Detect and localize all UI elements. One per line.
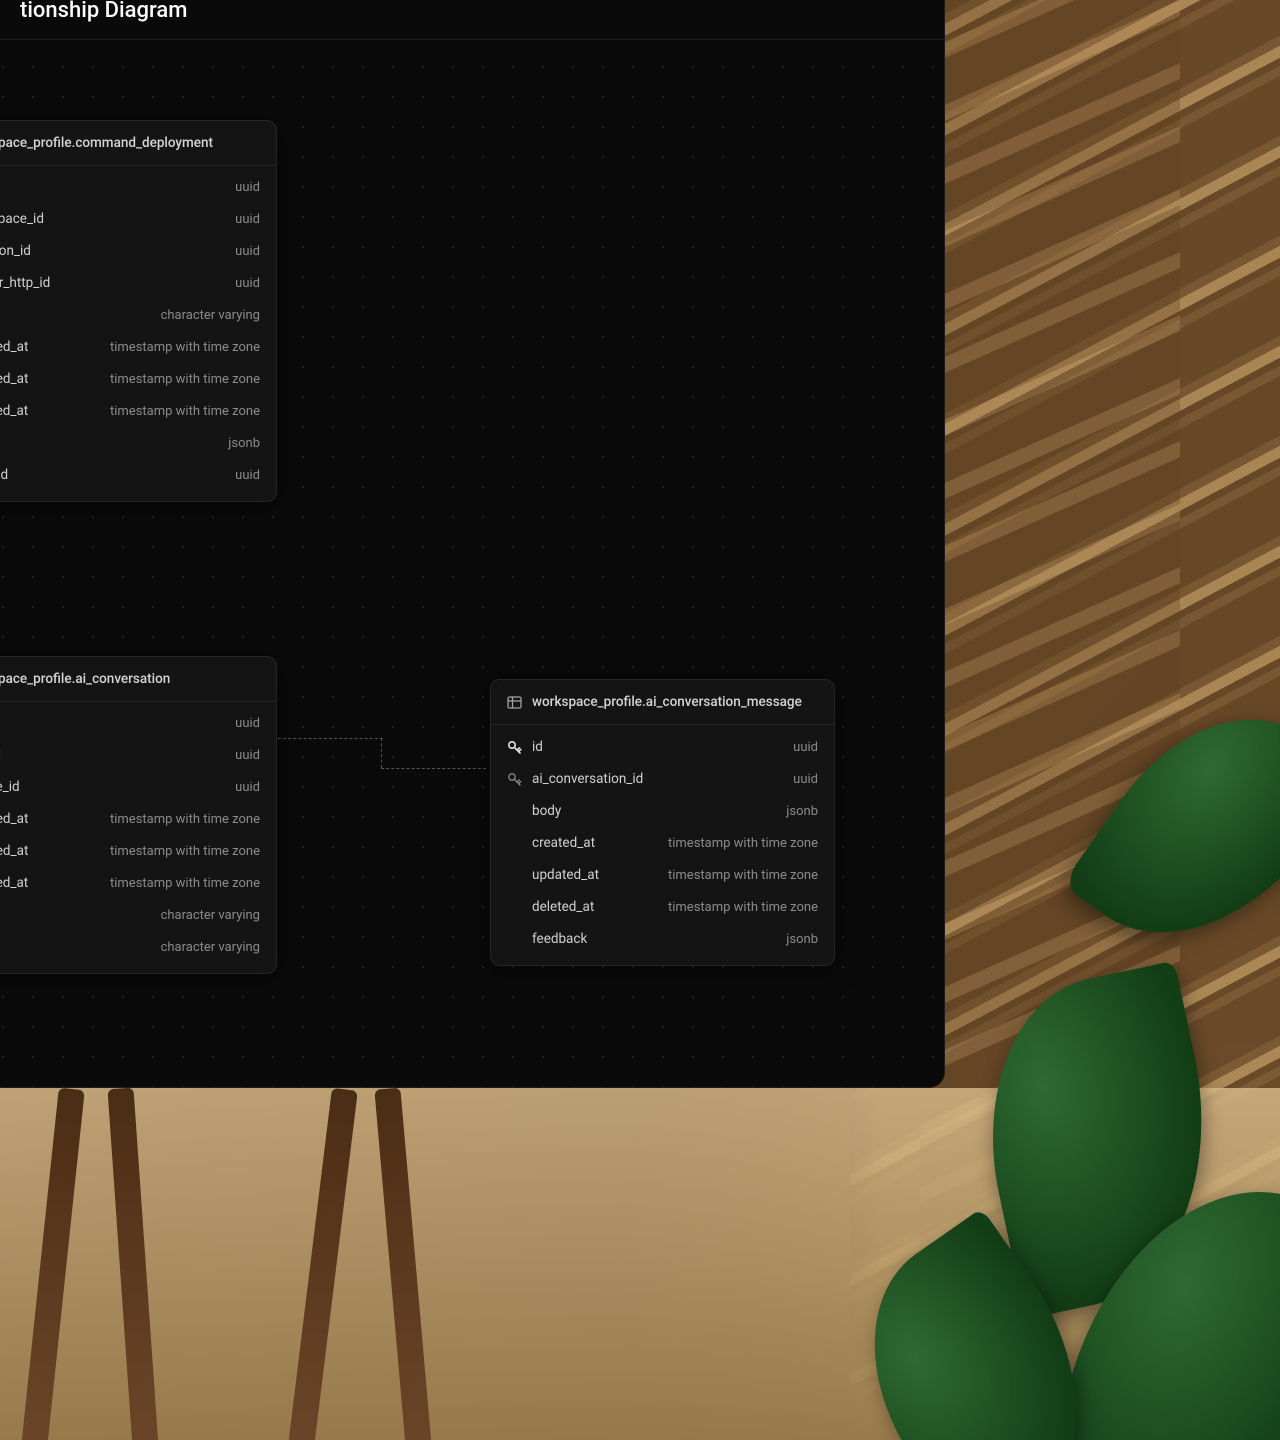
- column-name: kspace_id: [0, 211, 44, 227]
- column-name: created_at: [532, 835, 595, 851]
- column-row[interactable]: ailjsonb: [0, 427, 276, 459]
- column-row[interactable]: deleted_at timestamp with time zone: [491, 891, 834, 923]
- column-row[interactable]: eted_at timestamp with time zone: [0, 395, 276, 427]
- column-type: uuid: [215, 244, 260, 259]
- column-name: eted_at: [0, 403, 28, 419]
- column-row[interactable]: echaracter varying: [0, 899, 276, 931]
- column-name: ger_http_id: [0, 275, 50, 291]
- no-key-spacer: [507, 804, 522, 819]
- column-name: deleted_at: [532, 899, 594, 915]
- no-key-spacer: [507, 836, 522, 851]
- column-name: rce_id: [0, 779, 20, 795]
- column-row[interactable]: echaracter varying: [0, 931, 276, 963]
- page-title: tionship Diagram: [0, 0, 944, 40]
- column-type: uuid: [215, 780, 260, 795]
- column-type: timestamp with time zone: [648, 868, 818, 883]
- column-name: _id: [0, 747, 1, 763]
- column-row[interactable]: uuid: [0, 172, 276, 203]
- column-name: e_id: [0, 467, 8, 483]
- column-row[interactable]: _id uuid: [0, 739, 276, 771]
- column-type: timestamp with time zone: [90, 340, 260, 355]
- table-icon: [507, 695, 522, 710]
- column-name: eted_at: [0, 875, 28, 891]
- column-name: ction_id: [0, 243, 31, 259]
- column-name: body: [532, 803, 561, 819]
- column-row[interactable]: eted_at timestamp with time zone: [0, 867, 276, 899]
- column-row[interactable]: rce_id uuid: [0, 771, 276, 803]
- column-type: uuid: [215, 716, 260, 731]
- column-row[interactable]: updated_at timestamp with time zone: [491, 859, 834, 891]
- column-name: feedback: [532, 931, 587, 947]
- entity-columns: uuid_iduuidrce_iduuidated_attimestamp wi…: [0, 702, 276, 973]
- column-type: character varying: [141, 308, 260, 323]
- column-type: jsonb: [766, 804, 818, 819]
- column-type: timestamp with time zone: [648, 900, 818, 915]
- erd-canvas[interactable]: kspace_profile.command_deployment uuidks…: [0, 44, 944, 1087]
- column-type: timestamp with time zone: [90, 812, 260, 827]
- column-row[interactable]: created_at timestamp with time zone: [491, 827, 834, 859]
- column-name: ated_at: [0, 843, 28, 859]
- entity-header[interactable]: workspace_profile.ai_conversation_messag…: [491, 680, 834, 725]
- entity-columns: id uuid ai_conversation_id uuid body jsonb cre…: [491, 725, 834, 965]
- column-row[interactable]: ction_id uuid: [0, 235, 276, 267]
- column-type: timestamp with time zone: [90, 404, 260, 419]
- column-row[interactable]: feedback jsonb: [491, 923, 834, 955]
- erd-window: tionship Diagram kspace_profile.command_…: [0, 0, 945, 1088]
- entity-name: kspace_profile.command_deployment: [0, 135, 213, 151]
- column-row[interactable]: ated_at timestamp with time zone: [0, 363, 276, 395]
- column-type: timestamp with time zone: [90, 372, 260, 387]
- entity-columns: uuidkspace_iduuidction_iduuidger_http_id…: [0, 166, 276, 501]
- column-type: jsonb: [766, 932, 818, 947]
- entity-ai-conversation[interactable]: kspace_profile.ai_conversation uuid_iduu…: [0, 656, 277, 974]
- entity-header[interactable]: kspace_profile.command_deployment: [0, 121, 276, 166]
- column-name: ai_conversation_id: [532, 771, 643, 787]
- column-type: timestamp with time zone: [90, 844, 260, 859]
- entity-ai-conversation-message[interactable]: workspace_profile.ai_conversation_messag…: [490, 679, 835, 966]
- column-type: uuid: [215, 468, 260, 483]
- entity-command-deployment[interactable]: kspace_profile.command_deployment uuidks…: [0, 120, 277, 502]
- column-type: uuid: [215, 212, 260, 227]
- column-row[interactable]: ai_conversation_id uuid: [491, 763, 834, 795]
- foreign-key-icon: [507, 772, 522, 787]
- column-type: timestamp with time zone: [648, 836, 818, 851]
- relationship-connector: [381, 768, 486, 769]
- column-name: ated_at: [0, 339, 28, 355]
- column-row[interactable]: body jsonb: [491, 795, 834, 827]
- column-row[interactable]: uuid: [0, 708, 276, 739]
- column-name: updated_at: [532, 867, 599, 883]
- column-name: id: [532, 739, 543, 755]
- no-key-spacer: [507, 868, 522, 883]
- column-row[interactable]: e_id uuid: [0, 459, 276, 491]
- column-row[interactable]: uscharacter varying: [0, 299, 276, 331]
- column-row[interactable]: id uuid: [491, 731, 834, 763]
- column-row[interactable]: ated_at timestamp with time zone: [0, 835, 276, 867]
- column-name: ated_at: [0, 811, 28, 827]
- entity-name: workspace_profile.ai_conversation_messag…: [532, 694, 802, 710]
- column-type: uuid: [773, 740, 818, 755]
- column-type: character varying: [141, 908, 260, 923]
- relationship-connector: [381, 738, 382, 768]
- column-type: timestamp with time zone: [90, 876, 260, 891]
- no-key-spacer: [507, 932, 522, 947]
- no-key-spacer: [507, 900, 522, 915]
- column-type: uuid: [215, 276, 260, 291]
- entity-name: kspace_profile.ai_conversation: [0, 671, 170, 687]
- column-type: uuid: [215, 748, 260, 763]
- entity-header[interactable]: kspace_profile.ai_conversation: [0, 657, 276, 702]
- column-type: character varying: [141, 940, 260, 955]
- column-type: uuid: [773, 772, 818, 787]
- relationship-connector: [278, 738, 383, 739]
- column-name: ated_at: [0, 371, 28, 387]
- column-row[interactable]: ger_http_id uuid: [0, 267, 276, 299]
- column-row[interactable]: ated_at timestamp with time zone: [0, 331, 276, 363]
- column-row[interactable]: kspace_id uuid: [0, 203, 276, 235]
- primary-key-icon: [507, 740, 522, 755]
- column-type: uuid: [215, 180, 260, 195]
- column-type: jsonb: [208, 436, 260, 451]
- column-row[interactable]: ated_at timestamp with time zone: [0, 803, 276, 835]
